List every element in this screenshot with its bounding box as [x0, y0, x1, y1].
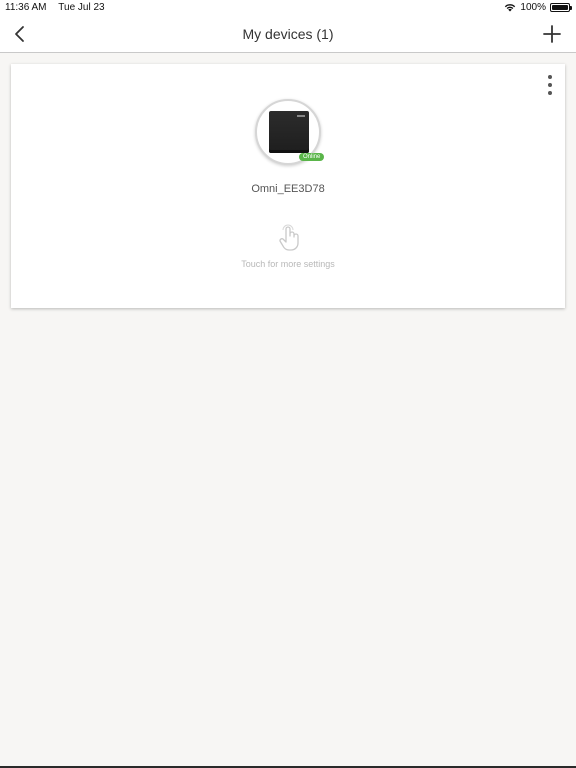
status-bar: 11:36 AM Tue Jul 23 100%: [0, 0, 576, 16]
plus-icon[interactable]: [542, 24, 562, 44]
status-bar-right: 100%: [504, 2, 572, 13]
device-name[interactable]: Omni_EE3D78: [11, 183, 565, 195]
router-device-icon: [269, 111, 309, 153]
battery-percentage: 100%: [520, 2, 546, 13]
device-card[interactable]: Online Omni_EE3D78 Touch for more settin…: [11, 64, 565, 308]
status-bar-left: 11:36 AM Tue Jul 23: [5, 2, 105, 13]
hand-pointer-icon[interactable]: [277, 224, 301, 252]
wifi-icon: [505, 4, 516, 12]
status-time: 11:36 AM: [5, 2, 47, 13]
page-title: My devices (1): [242, 26, 334, 42]
status-date: Tue Jul 23: [58, 2, 105, 13]
touch-hint-label[interactable]: Touch for more settings: [11, 259, 565, 269]
battery-icon: [550, 3, 572, 12]
status-badge: Online: [299, 153, 325, 161]
vertical-ellipsis-icon[interactable]: [543, 72, 557, 98]
navigation-bar: My devices (1): [0, 16, 576, 53]
